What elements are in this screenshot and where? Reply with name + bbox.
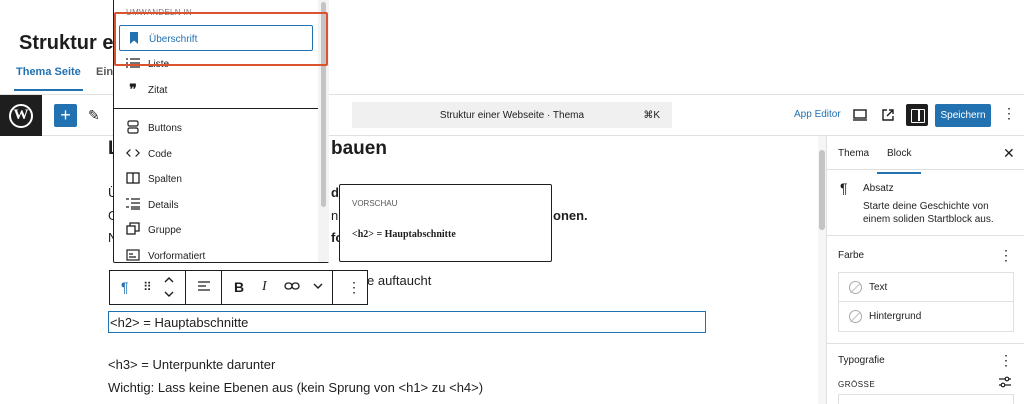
bookmark-icon xyxy=(127,31,141,45)
more-vertical-icon[interactable]: ⋮ xyxy=(347,279,361,296)
sidebar-tab-thema[interactable]: Thema xyxy=(838,148,869,159)
paragraph-icon[interactable]: ¶ xyxy=(121,279,129,295)
color-background-row[interactable]: Hintergrund xyxy=(839,302,1013,331)
paragraph-icon: ¶ xyxy=(840,180,848,196)
selected-paragraph-block[interactable]: <h2> = Hauptabschnitte xyxy=(108,311,706,333)
dropdown-title: UMWANDELN IN xyxy=(126,8,192,17)
sidebar-tab-block[interactable]: Block xyxy=(876,148,923,174)
app-editor-link[interactable]: App Editor xyxy=(794,109,841,120)
link-icon[interactable] xyxy=(284,279,300,296)
transform-item-buttons[interactable]: Buttons xyxy=(119,115,313,141)
color-swatch-icon xyxy=(849,310,862,323)
more-vertical-icon[interactable]: ⋮ xyxy=(999,352,1013,369)
command-bar-shortcut: ⌘K xyxy=(643,110,660,121)
settings-sidebar: Thema Block ✕ ¶ Absatz Starte deine Gesc… xyxy=(826,136,1024,404)
heading-tail[interactable]: bauen xyxy=(331,138,387,160)
buttons-icon xyxy=(126,120,140,134)
align-icon[interactable] xyxy=(197,279,211,296)
block-description: Starte deine Geschichte von einem solide… xyxy=(863,201,994,225)
wordpress-logo-icon[interactable]: W xyxy=(0,95,42,136)
canvas-scrollbar-thumb[interactable] xyxy=(819,150,825,230)
save-button[interactable]: Speichern xyxy=(935,104,991,127)
close-icon[interactable]: ✕ xyxy=(1003,145,1015,162)
more-vertical-icon[interactable]: ⋮ xyxy=(1002,105,1016,122)
paragraph-wichtig[interactable]: Wichtig: Lass keine Ebenen aus (kein Spr… xyxy=(108,380,483,395)
typography-section-label: Typografie xyxy=(838,355,885,366)
bold-icon[interactable]: B xyxy=(234,279,244,295)
settings-sliders-icon[interactable] xyxy=(999,376,1011,391)
transform-item-vorformatiert[interactable]: Vorformatiert xyxy=(119,243,313,269)
block-name: Absatz xyxy=(863,183,894,194)
transform-item-ueberschrift[interactable]: Überschrift xyxy=(119,25,313,51)
paragraph-line-4[interactable]: e auftaucht xyxy=(367,273,431,288)
move-up-down-icon[interactable] xyxy=(163,273,175,304)
dropdown-scrollbar[interactable] xyxy=(318,0,329,262)
color-swatch-icon xyxy=(849,281,862,294)
transform-item-zitat[interactable]: ❞ Zitat xyxy=(119,77,313,103)
paragraph-h3[interactable]: <h3> = Unterpunkte darunter xyxy=(108,357,275,372)
transform-item-spalten[interactable]: Spalten xyxy=(119,166,313,192)
preformatted-icon xyxy=(126,248,140,262)
transform-item-liste[interactable]: Liste xyxy=(119,51,313,77)
font-size-control[interactable] xyxy=(838,394,1014,404)
columns-icon xyxy=(126,171,140,185)
quote-icon: ❞ xyxy=(129,80,137,97)
preview-label: VORSCHAU xyxy=(352,199,398,208)
transform-dropdown: UMWANDELN IN Überschrift Liste ❞ Zitat B… xyxy=(113,0,329,263)
desktop-preview-icon[interactable] xyxy=(850,105,870,125)
command-bar-text: Struktur einer Webseite · Thema xyxy=(439,110,585,121)
external-link-icon[interactable] xyxy=(878,105,898,125)
list-icon xyxy=(126,56,140,70)
paragraph-line-2b[interactable]: n xyxy=(331,208,338,223)
pencil-icon[interactable]: ✎ xyxy=(88,107,100,124)
size-label: GRÖSSE xyxy=(838,380,876,389)
command-palette-bar[interactable]: Struktur einer Webseite · Thema ⌘K xyxy=(352,102,672,128)
block-toolbar: ¶ ⠿ B I ⋮ xyxy=(109,270,368,305)
chevron-down-icon[interactable] xyxy=(312,279,324,296)
sidebar-toggle-icon[interactable] xyxy=(906,104,928,126)
paragraph-line-2c[interactable]: onen. xyxy=(553,208,588,223)
italic-icon[interactable]: I xyxy=(262,279,267,295)
add-block-button[interactable]: + xyxy=(54,104,77,127)
color-text-row[interactable]: Text xyxy=(839,273,1013,302)
transform-item-details[interactable]: Details xyxy=(119,192,313,218)
group-icon xyxy=(126,222,140,236)
preview-sample: <h2> = Hauptabschnitte xyxy=(352,229,456,240)
code-icon xyxy=(126,146,140,160)
transform-item-gruppe[interactable]: Gruppe xyxy=(119,217,313,243)
transform-item-code[interactable]: Code xyxy=(119,141,313,167)
color-panel: Text Hintergrund xyxy=(838,272,1014,332)
color-section-label: Farbe xyxy=(838,250,865,261)
tab-thema-seite[interactable]: Thema Seite xyxy=(14,66,83,91)
more-vertical-icon[interactable]: ⋮ xyxy=(999,247,1013,264)
preview-popover: VORSCHAU <h2> = Hauptabschnitte xyxy=(339,184,552,262)
drag-handle-icon[interactable]: ⠿ xyxy=(143,280,152,294)
details-icon xyxy=(126,197,140,211)
